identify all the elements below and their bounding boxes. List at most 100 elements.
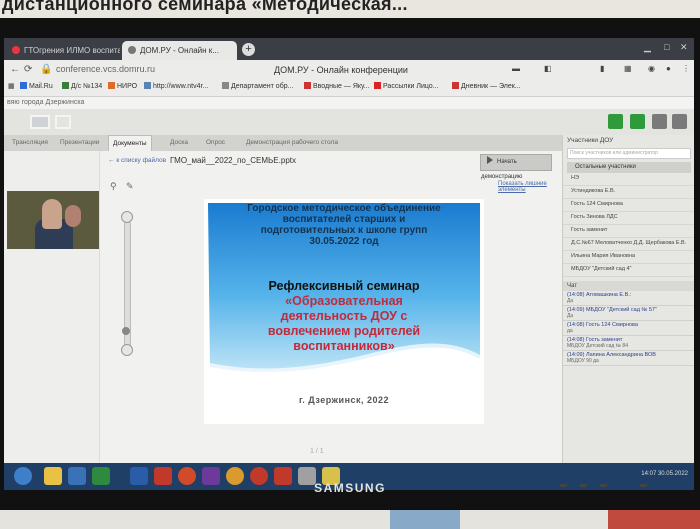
participant-item[interactable]: Ильина Мария Ивановна bbox=[563, 251, 694, 264]
chat-text: Да bbox=[567, 313, 574, 319]
extension-icon[interactable]: ▬ bbox=[512, 64, 520, 73]
slide-topic-line: вовлечением родителей bbox=[267, 324, 421, 338]
monitor-button[interactable] bbox=[560, 484, 567, 487]
chat-text: МБДОУ Детский сад № 84 bbox=[567, 343, 628, 349]
maximize-icon[interactable]: □ bbox=[664, 42, 669, 52]
layout-grid-icon[interactable] bbox=[30, 115, 50, 129]
back-to-files-link[interactable]: ← к списку файлов bbox=[108, 157, 166, 164]
participant-item[interactable]: Гость заменит bbox=[563, 225, 694, 238]
hand-icon[interactable] bbox=[652, 114, 667, 129]
camera-icon[interactable] bbox=[608, 114, 623, 129]
layout-single-icon[interactable] bbox=[55, 115, 71, 129]
bookmark-icon[interactable]: ▮ bbox=[600, 64, 604, 73]
conference-toolbar bbox=[4, 109, 694, 135]
chat-title: Чат bbox=[563, 281, 694, 291]
webcam-video[interactable] bbox=[7, 191, 99, 249]
tab-board[interactable]: Доска bbox=[166, 135, 192, 151]
monitor-button[interactable] bbox=[580, 484, 587, 487]
window-title: ДОМ.РУ - Онлайн конференции bbox=[274, 65, 408, 75]
bookmark-icon bbox=[108, 82, 115, 89]
desk-object bbox=[390, 510, 460, 529]
slide-heading-line: воспитателей старших и bbox=[282, 214, 406, 225]
bookmark-item[interactable]: http://www.ntv4r... bbox=[144, 82, 208, 90]
participant-item[interactable]: Гость 124 Смирнова bbox=[563, 199, 694, 212]
bookmark-icon bbox=[62, 82, 69, 89]
chat-text: МБДОУ 90 да bbox=[567, 358, 599, 364]
pen-icon[interactable]: ✎ bbox=[126, 181, 134, 192]
site-icon bbox=[128, 46, 136, 54]
participants-search[interactable]: Поиск участников или администратор bbox=[567, 148, 691, 159]
participants-section[interactable]: Остальные участники bbox=[567, 162, 691, 173]
calendar-icon[interactable]: ▦ bbox=[624, 64, 632, 73]
gear-icon[interactable] bbox=[672, 114, 687, 129]
participant-head bbox=[42, 199, 62, 229]
slide-heading-line: Городское методическое объединение bbox=[247, 203, 441, 214]
participants-panel: Участники ДОУ Поиск участников или админ… bbox=[562, 135, 694, 463]
browser-tab-1[interactable]: ГТОгрения ИЛМО воспитат... bbox=[6, 41, 120, 60]
bookmark-item[interactable]: Дневник — Элек... bbox=[452, 82, 521, 90]
tab-broadcast[interactable]: Трансляция bbox=[8, 135, 52, 151]
bookmarks-bar: ▦ Mail.Ru Д/с №134 НИРО http://www.ntv4r… bbox=[4, 80, 694, 97]
system-clock[interactable]: 14:07 30.05.2022 bbox=[641, 471, 688, 477]
extension-icon[interactable]: ● bbox=[666, 64, 671, 73]
bookmark-item[interactable]: Д/с №134 bbox=[62, 82, 102, 90]
slide-topic-line: «Образовательная bbox=[285, 294, 403, 308]
bookmark-icon bbox=[222, 82, 229, 89]
bookmark-item[interactable]: Вводные — Яку... bbox=[304, 82, 370, 90]
chat-message: (14:08) Атомашкина Е.В.: Да bbox=[563, 291, 694, 306]
document-viewer: ← к списку файлов ГМО_май__2022_по_СЕМЬЕ… bbox=[100, 151, 562, 463]
search-icon[interactable]: ⚲ bbox=[110, 181, 117, 192]
bookmark-icon bbox=[452, 82, 459, 89]
bookmark-item[interactable]: Департамент обр... bbox=[222, 82, 293, 90]
participants-title: Участники ДОУ bbox=[567, 137, 614, 144]
close-icon[interactable]: ✕ bbox=[680, 42, 688, 53]
zoom-handle[interactable] bbox=[122, 327, 130, 335]
zoom-out-icon[interactable] bbox=[121, 344, 133, 356]
bookmark-item[interactable]: НИРО bbox=[108, 82, 137, 90]
browser-tab-2[interactable]: ДОМ.РУ - Онлайн к... bbox=[122, 41, 237, 60]
lock-icon: 🔒 bbox=[40, 64, 53, 75]
participant-item[interactable]: Д.С.№67 Меловатченко Д.Д. Щербакова Е.В. bbox=[563, 238, 694, 251]
power-button[interactable] bbox=[640, 484, 647, 487]
apps-icon[interactable]: ▦ bbox=[8, 82, 15, 90]
extension-icon[interactable]: ◉ bbox=[648, 64, 655, 73]
menu-icon[interactable]: ⋮ bbox=[682, 64, 690, 73]
chat-text: Да bbox=[567, 298, 574, 304]
microphone-icon[interactable] bbox=[630, 114, 645, 129]
zoom-in-icon[interactable] bbox=[121, 211, 133, 223]
participant-item[interactable]: МБДОУ "Детский сад 4" bbox=[563, 264, 694, 277]
slide-topic-line: деятельность ДОУ с bbox=[280, 309, 408, 323]
chat-message: (14:08) Гость заменит МБДОУ Детский сад №… bbox=[563, 336, 694, 351]
minimize-icon[interactable]: ▁ bbox=[644, 42, 651, 53]
reload-icon[interactable]: ⟳ bbox=[24, 64, 32, 75]
extension-icon[interactable]: ◧ bbox=[544, 64, 552, 73]
tab-screen-share[interactable]: Демонстрация рабочего стола bbox=[242, 135, 342, 151]
show-extra-link[interactable]: Показать лишние элементы bbox=[498, 181, 562, 193]
bookmark-item[interactable]: Mail.Ru bbox=[20, 82, 53, 90]
chat-message: (14:09) Лапина Александрина ВОВ МБДОУ 90 … bbox=[563, 351, 694, 366]
bookmark-item[interactable]: Рассылки Лицо... bbox=[374, 82, 439, 90]
participant-head bbox=[65, 205, 81, 227]
page-indicator: 1 / 1 bbox=[310, 448, 324, 455]
file-name: ГМО_май__2022_по_СЕМЬЕ.pptx bbox=[170, 156, 296, 165]
back-icon[interactable]: ← bbox=[10, 64, 20, 75]
start-presentation-button[interactable]: Начать демонстрацию bbox=[480, 154, 552, 180]
desk-object bbox=[608, 510, 700, 529]
monitor-button[interactable] bbox=[600, 484, 607, 487]
participant-item[interactable]: Устиндикова Е.В. bbox=[563, 186, 694, 199]
play-icon bbox=[487, 156, 493, 164]
chat-message: (14:09) МБДОУ "Детский сад № 57" Да bbox=[563, 306, 694, 321]
participant-item[interactable]: НЭ bbox=[563, 173, 694, 186]
url-field[interactable]: conference.vcs.domru.ru bbox=[56, 64, 155, 74]
tab-poll[interactable]: Опрос bbox=[202, 135, 229, 151]
video-column bbox=[4, 151, 99, 463]
chat-text: да bbox=[567, 328, 573, 334]
tab-presentations[interactable]: Презентации bbox=[56, 135, 103, 151]
section-tabs: Трансляция Презентации Документы Доска О… bbox=[4, 135, 564, 151]
slide-topic: «Образовательная деятельность ДОУ с вовл… bbox=[204, 294, 484, 354]
participant-item[interactable]: Гость Зинова ЛДС bbox=[563, 212, 694, 225]
bookmark-icon bbox=[304, 82, 311, 89]
monitor-brand: SAMSUNG bbox=[314, 481, 386, 495]
tab-documents[interactable]: Документы bbox=[108, 135, 152, 151]
new-tab-button[interactable]: + bbox=[242, 43, 255, 56]
